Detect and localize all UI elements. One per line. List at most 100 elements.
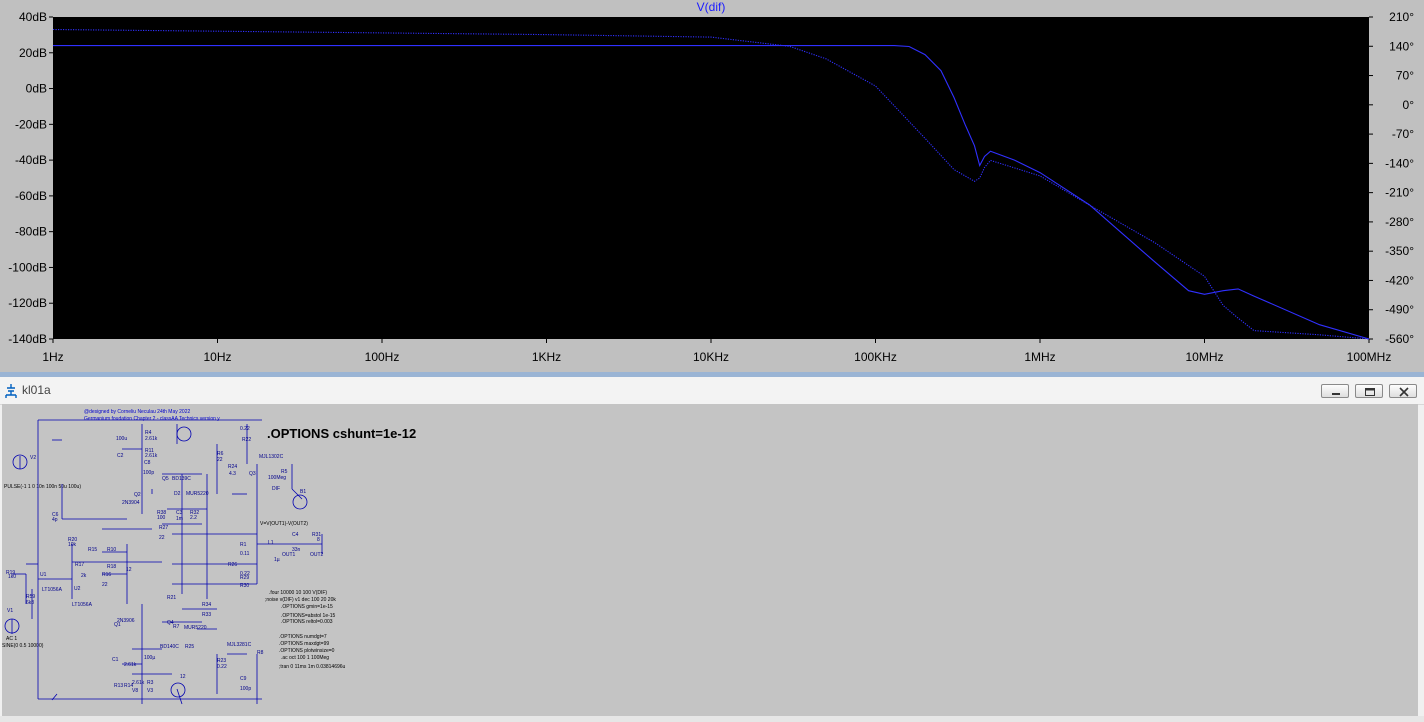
voltage-source-symbol[interactable]: [170, 682, 186, 698]
component-label[interactable]: MJL1302C: [259, 454, 284, 460]
component-label[interactable]: R26: [228, 562, 237, 568]
directive-ac[interactable]: .ac oct 100 1 100Meg: [281, 655, 329, 661]
component-label[interactable]: U1: [40, 572, 47, 578]
behavioral-source-value[interactable]: V=V(OUT1)-V(OUT2): [260, 521, 308, 527]
component-label[interactable]: BD140C: [160, 644, 179, 650]
component-label[interactable]: 8: [317, 537, 320, 543]
component-label[interactable]: 4.3: [229, 471, 236, 477]
component-label[interactable]: R27: [159, 525, 168, 531]
directive-maxdgt[interactable]: .OPTIONS maxdgt=99: [279, 641, 329, 647]
component-label[interactable]: 6k8: [26, 600, 34, 606]
component-label[interactable]: R17: [75, 562, 84, 568]
directive-plotwinsize[interactable]: .OPTIONS plotwinsize=0: [279, 648, 335, 654]
component-label[interactable]: C1: [112, 657, 119, 663]
component-label[interactable]: C9: [240, 676, 247, 682]
component-label[interactable]: Q2: [134, 492, 141, 498]
component-label[interactable]: 0.22: [240, 426, 250, 432]
voltage-source-symbol[interactable]: [176, 426, 192, 442]
component-label[interactable]: LT1056A: [42, 587, 63, 593]
component-label[interactable]: V1: [7, 608, 13, 614]
component-label[interactable]: V8: [132, 688, 138, 694]
component-label[interactable]: 12: [180, 674, 186, 680]
ac-source-value[interactable]: AC 1: [6, 636, 17, 642]
component-label[interactable]: R10: [107, 547, 116, 553]
component-label[interactable]: 22: [102, 582, 108, 588]
directive-noise[interactable]: ;noise v(DIF) v1 dec 100 20 20k: [265, 597, 336, 603]
component-label[interactable]: Q1: [114, 622, 121, 628]
component-label[interactable]: U2: [74, 586, 81, 592]
component-label[interactable]: R15: [88, 547, 97, 553]
component-label[interactable]: 12: [126, 567, 132, 573]
schematic-titlebar[interactable]: kl01a: [0, 377, 1424, 405]
component-label[interactable]: B1: [300, 489, 306, 495]
component-label[interactable]: 100u: [116, 436, 127, 442]
component-label[interactable]: 22: [217, 457, 223, 463]
component-label[interactable]: 100Meg: [268, 475, 286, 481]
component-label[interactable]: Q5: [162, 476, 169, 482]
component-label[interactable]: 100: [157, 515, 166, 521]
component-label[interactable]: 2.61k: [145, 453, 158, 459]
component-label[interactable]: 2.2: [190, 515, 197, 521]
component-label[interactable]: L1: [268, 540, 274, 546]
component-label[interactable]: 0.22: [217, 664, 227, 670]
component-label[interactable]: R8: [257, 650, 264, 656]
schematic-drawing[interactable]: @designed by Corneliu Neculau 24th May 2…: [2, 404, 1418, 716]
component-label[interactable]: C8: [144, 460, 151, 466]
component-label[interactable]: C2: [117, 453, 124, 459]
pulse-source-value[interactable]: PULSE(-1 1 0 10n 100n 50u 100u): [4, 484, 81, 490]
component-label[interactable]: 100µ: [144, 655, 155, 661]
component-label[interactable]: R29: [240, 575, 249, 581]
component-label[interactable]: R3: [147, 680, 154, 686]
trace-label-vdif[interactable]: V(dif): [697, 0, 726, 14]
plot-area[interactable]: [53, 17, 1369, 339]
component-label[interactable]: 100p: [143, 470, 154, 476]
schematic-canvas[interactable]: @designed by Corneliu Neculau 24th May 2…: [2, 404, 1418, 716]
component-label[interactable]: MUR5220: [186, 491, 209, 497]
component-label[interactable]: 1m: [176, 516, 183, 522]
component-label[interactable]: 1µ: [274, 557, 280, 563]
component-label[interactable]: 10k: [68, 542, 77, 548]
component-label[interactable]: BD139C: [172, 476, 191, 482]
component-label[interactable]: Q3: [249, 471, 256, 477]
component-label[interactable]: R7: [173, 624, 180, 630]
component-label[interactable]: R1: [240, 542, 247, 548]
component-label[interactable]: R33: [202, 612, 211, 618]
directive-reltol[interactable]: .OPTIONS reltol=0.003: [281, 619, 333, 625]
component-label[interactable]: R30: [240, 583, 249, 589]
directive-tran[interactable]: ;tran 0 11ms 1m 0.03814696u: [279, 664, 346, 670]
sine-source-value[interactable]: SINE(0 0.5 10000): [2, 643, 44, 649]
component-label[interactable]: 2N3904: [122, 500, 140, 506]
component-label[interactable]: OUT1: [282, 552, 296, 558]
component-label[interactable]: V2: [30, 455, 36, 461]
directive-numdgt[interactable]: .OPTIONS numdgt=7: [279, 634, 327, 640]
close-button[interactable]: [1389, 384, 1417, 398]
component-label[interactable]: R25: [185, 644, 194, 650]
component-label[interactable]: OUT2: [310, 552, 324, 558]
component-label[interactable]: MJL3281C: [227, 642, 252, 648]
component-label[interactable]: 2.61k: [132, 680, 145, 686]
minimize-button[interactable]: [1321, 384, 1349, 398]
schematic-window[interactable]: kl01a @designed by Corneliu Neculau 24th…: [0, 377, 1424, 722]
component-label[interactable]: 2.61k: [145, 436, 158, 442]
options-directive[interactable]: .OPTIONS cshunt=1e-12: [267, 426, 416, 441]
component-label[interactable]: D2: [174, 491, 181, 497]
component-label[interactable]: 1k0: [8, 574, 16, 580]
directive-four[interactable]: .four 10000 10 100 V(DIF): [269, 590, 327, 596]
component-label[interactable]: 22: [159, 535, 165, 541]
component-label[interactable]: LT1056A: [72, 602, 93, 608]
component-label[interactable]: R16: [102, 572, 111, 578]
component-label[interactable]: 4p: [52, 517, 58, 523]
maximize-button[interactable]: [1355, 384, 1383, 398]
component-label[interactable]: R18: [107, 564, 116, 570]
component-label[interactable]: R21: [167, 595, 176, 601]
component-label[interactable]: R34: [202, 602, 211, 608]
spice-directives[interactable]: .four 10000 10 100 V(DIF) ;noise v(DIF) …: [265, 590, 346, 670]
component-label[interactable]: R22: [242, 437, 251, 443]
component-label[interactable]: 0.11: [240, 551, 250, 557]
component-label[interactable]: R24: [228, 464, 237, 470]
component-label[interactable]: V3: [147, 688, 153, 694]
directive-gmin[interactable]: .OPTIONS gmin=1e-15: [281, 604, 333, 610]
component-label[interactable]: 100p: [240, 686, 251, 692]
component-label[interactable]: R13: [114, 683, 123, 689]
component-label[interactable]: C4: [292, 532, 299, 538]
